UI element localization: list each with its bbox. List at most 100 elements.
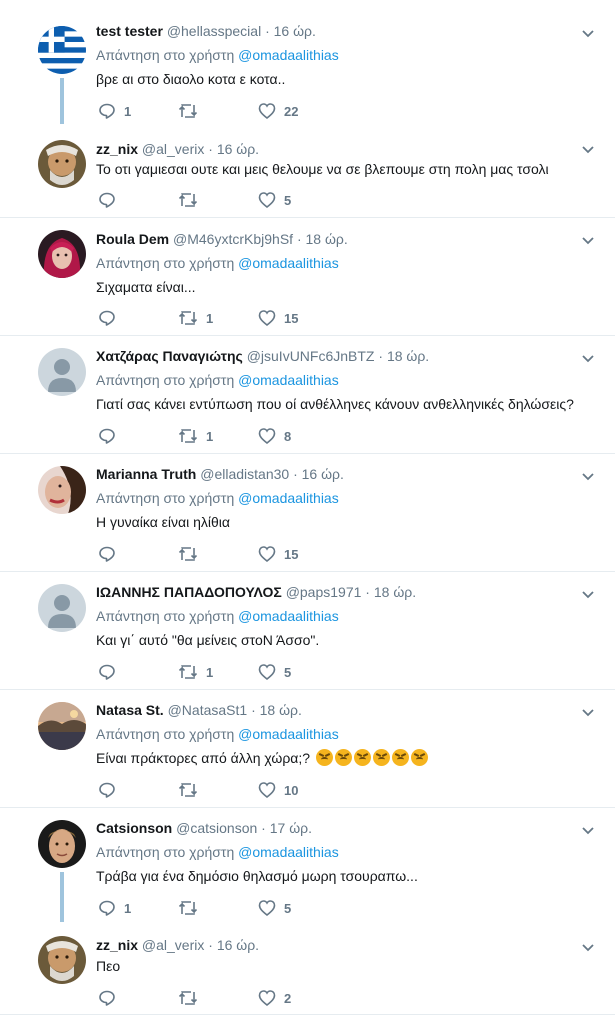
reply-icon <box>99 103 115 119</box>
user-handle[interactable]: @hellasspecial <box>167 23 261 39</box>
like-button[interactable]: 10 <box>258 780 298 800</box>
like-button[interactable]: 5 <box>258 190 291 210</box>
mention-link[interactable]: @omadaalithias <box>238 490 339 506</box>
user-name[interactable]: ΙΩΑΝΝΗΣ ΠΑΠΑΔΟΠΟΥΛΟΣ <box>96 584 282 600</box>
like-button[interactable]: 5 <box>258 898 291 918</box>
retweet-button[interactable] <box>178 544 206 564</box>
tweet[interactable]: Catsionson @catsionson · 17 ώρ. Απάντηση… <box>0 808 615 922</box>
user-name[interactable]: Catsionson <box>96 820 172 836</box>
chevron-down-icon[interactable] <box>581 26 595 40</box>
avatar-default[interactable] <box>38 584 86 632</box>
avatar-man-portrait[interactable] <box>38 820 86 868</box>
retweet-count: 1 <box>206 428 214 444</box>
tweet-time[interactable]: 16 ώρ. <box>274 23 316 39</box>
tweet-time[interactable]: 18 ώρ. <box>260 702 302 718</box>
tweet[interactable]: Marianna Truth @elladistan30 · 16 ώρ. Απ… <box>0 454 615 572</box>
retweet-button[interactable] <box>178 101 206 121</box>
reply-button[interactable] <box>98 190 124 210</box>
avatar-old-man[interactable] <box>38 936 86 984</box>
user-name[interactable]: zz_nix <box>96 937 138 953</box>
mention-link[interactable]: @omadaalithias <box>238 844 339 860</box>
tweet[interactable]: Χατζάρας Παναγιώτης @jsuIvUNFc6JnBTZ · 1… <box>0 336 615 454</box>
mention-link[interactable]: @omadaalithias <box>238 255 339 271</box>
retweet-button[interactable]: 1 <box>178 426 213 446</box>
user-name[interactable]: Natasa St. <box>96 702 164 718</box>
avatar-greek-flag[interactable] <box>38 26 86 74</box>
reply-count: 1 <box>124 103 132 119</box>
tweet-time[interactable]: 18 ώρ. <box>374 584 416 600</box>
chevron-down-icon[interactable] <box>581 469 595 483</box>
avatar-old-man[interactable] <box>38 140 86 188</box>
reply-prefix: Απάντηση στο χρήστη <box>96 47 235 63</box>
tweet[interactable]: zz_nix @al_verix · 16 ώρ. Πεο 2 <box>0 922 615 1014</box>
like-count: 15 <box>284 310 299 326</box>
user-handle[interactable]: @paps1971 <box>286 584 362 600</box>
user-handle[interactable]: @al_verix <box>142 141 204 157</box>
like-button[interactable]: 2 <box>258 988 291 1008</box>
user-name[interactable]: zz_nix <box>96 141 138 157</box>
user-name[interactable]: Roula Dem <box>96 231 169 247</box>
reply-button[interactable] <box>98 662 124 682</box>
persevering-face-emoji <box>315 749 333 766</box>
user-name[interactable]: Χατζάρας Παναγιώτης <box>96 348 243 364</box>
user-handle[interactable]: @al_verix <box>142 937 204 953</box>
chevron-down-icon[interactable] <box>581 233 595 247</box>
reply-button[interactable] <box>98 308 124 328</box>
tweet[interactable]: Roula Dem @M46yxtcrKbj9hSf · 18 ώρ. Απάν… <box>0 218 615 336</box>
user-handle[interactable]: @elladistan30 <box>200 466 289 482</box>
reply-button[interactable] <box>98 988 124 1008</box>
avatar-red-hair[interactable] <box>38 230 86 278</box>
tweet-time[interactable]: 16 ώρ. <box>302 466 344 482</box>
mention-link[interactable]: @omadaalithias <box>238 608 339 624</box>
chevron-down-icon[interactable] <box>581 823 595 837</box>
tweet-time[interactable]: 17 ώρ. <box>270 820 312 836</box>
separator-dot: · <box>365 584 370 600</box>
user-name[interactable]: test tester <box>96 23 163 39</box>
retweet-button[interactable]: 1 <box>178 308 213 328</box>
tweet[interactable]: test tester @hellasspecial · 16 ώρ. Απάν… <box>0 0 615 124</box>
user-handle[interactable]: @catsionson <box>176 820 257 836</box>
mention-link[interactable]: @omadaalithias <box>238 726 339 742</box>
like-button[interactable]: 5 <box>258 662 291 682</box>
tweet[interactable]: zz_nix @al_verix · 16 ώρ. Το οτι γαμιεσα… <box>0 124 615 216</box>
chevron-down-icon[interactable] <box>581 351 595 365</box>
reply-button[interactable] <box>98 544 124 564</box>
retweet-button[interactable]: 1 <box>178 662 213 682</box>
retweet-button[interactable] <box>178 988 206 1008</box>
tweet-time[interactable]: 16 ώρ. <box>217 141 259 157</box>
like-button[interactable]: 8 <box>258 426 291 446</box>
user-handle[interactable]: @M46yxtcrKbj9hSf <box>173 231 293 247</box>
retweet-button[interactable] <box>178 780 206 800</box>
chevron-down-icon[interactable] <box>581 142 595 156</box>
retweet-button[interactable] <box>178 190 206 210</box>
tweet-time[interactable]: 16 ώρ. <box>217 937 259 953</box>
user-handle[interactable]: @NatasaSt1 <box>168 702 248 718</box>
heart-icon <box>258 990 276 1007</box>
tweet-time[interactable]: 18 ώρ. <box>306 231 348 247</box>
like-button[interactable]: 15 <box>258 544 298 564</box>
user-handle[interactable]: @jsuIvUNFc6JnBTZ <box>247 348 375 364</box>
reply-context: Απάντηση στο χρήστη @omadaalithias <box>96 371 339 389</box>
chevron-down-icon[interactable] <box>581 940 595 954</box>
reply-button[interactable]: 1 <box>98 101 131 121</box>
reply-button[interactable]: 1 <box>98 898 131 918</box>
mention-link[interactable]: @omadaalithias <box>238 47 339 63</box>
tweet[interactable]: ΙΩΑΝΝΗΣ ΠΑΠΑΔΟΠΟΥΛΟΣ @paps1971 · 18 ώρ. … <box>0 572 615 690</box>
user-name[interactable]: Marianna Truth <box>96 466 196 482</box>
chevron-down-icon[interactable] <box>581 705 595 719</box>
tweet-time[interactable]: 18 ώρ. <box>387 348 429 364</box>
separator-dot: · <box>261 820 266 836</box>
avatar-landscape[interactable] <box>38 702 86 750</box>
retweet-button[interactable] <box>178 898 206 918</box>
avatar-woman[interactable] <box>38 466 86 514</box>
like-button[interactable]: 15 <box>258 308 298 328</box>
mention-link[interactable]: @omadaalithias <box>238 372 339 388</box>
reply-button[interactable] <box>98 426 124 446</box>
reply-button[interactable] <box>98 780 124 800</box>
avatar-default[interactable] <box>38 348 86 396</box>
chevron-down-icon[interactable] <box>581 587 595 601</box>
like-button[interactable]: 22 <box>258 101 298 121</box>
reply-icon <box>99 990 115 1006</box>
tweet-text: Σιχαματα είναι... <box>96 279 196 295</box>
tweet[interactable]: Natasa St. @NatasaSt1 · 18 ώρ. Απάντηση … <box>0 690 615 808</box>
